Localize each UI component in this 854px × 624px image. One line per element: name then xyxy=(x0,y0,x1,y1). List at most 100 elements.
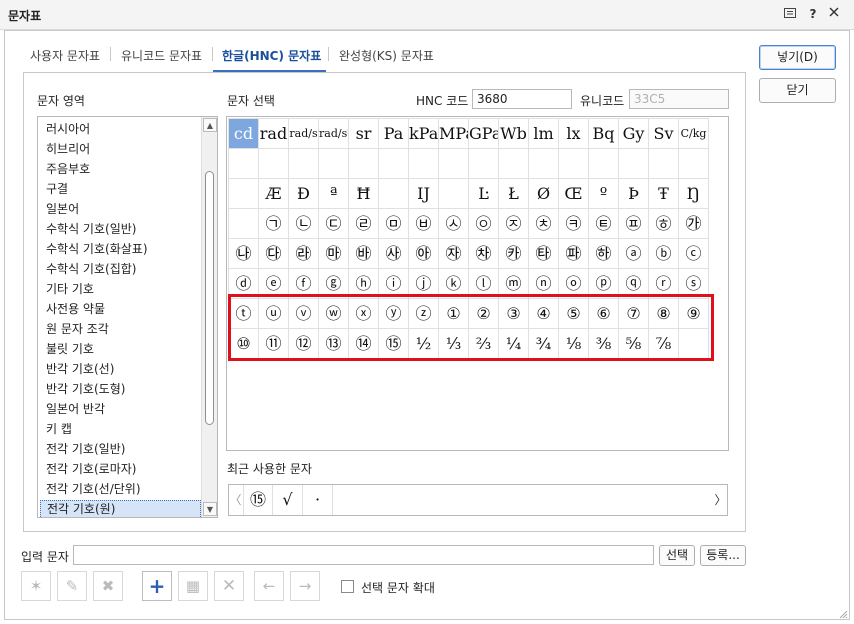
character-cell[interactable]: ㉦ xyxy=(439,209,469,239)
character-cell[interactable]: ㉭ xyxy=(649,209,679,239)
scroll-thumb[interactable] xyxy=(205,171,214,425)
character-cell[interactable]: MPa xyxy=(439,119,469,149)
character-cell[interactable]: ⓤ xyxy=(259,299,289,329)
character-cell[interactable]: ㉻ xyxy=(589,239,619,269)
character-cell[interactable]: ㉢ xyxy=(319,209,349,239)
character-cell[interactable] xyxy=(529,149,559,179)
character-cell[interactable]: rad/s² xyxy=(319,119,349,149)
character-cell[interactable]: Ĳ xyxy=(409,179,439,209)
character-cell[interactable] xyxy=(379,179,409,209)
character-cell[interactable]: ① xyxy=(439,299,469,329)
character-cell[interactable]: cd xyxy=(229,119,259,149)
character-cell[interactable]: Wb xyxy=(499,119,529,149)
character-cell[interactable]: ④ xyxy=(529,299,559,329)
character-cell[interactable]: ⑬ xyxy=(319,329,349,359)
character-cell[interactable]: Þ xyxy=(619,179,649,209)
character-cell[interactable] xyxy=(469,149,499,179)
scroll-down-icon[interactable]: ▼ xyxy=(203,502,217,516)
area-list-item[interactable]: 불릿 기호 xyxy=(46,340,94,359)
character-cell[interactable]: lm xyxy=(529,119,559,149)
character-cell[interactable]: Æ xyxy=(259,179,289,209)
recent-character-cell[interactable]: ⑮ xyxy=(243,485,273,515)
area-list-item[interactable]: 키 캡 xyxy=(46,420,72,439)
character-cell[interactable]: ㉱ xyxy=(289,239,319,269)
character-cell[interactable]: ⅞ xyxy=(649,329,679,359)
character-cell[interactable]: ⑭ xyxy=(349,329,379,359)
area-list-item[interactable]: 수학식 기호(집합) xyxy=(46,260,136,279)
character-cell[interactable] xyxy=(319,149,349,179)
character-cell[interactable]: ③ xyxy=(499,299,529,329)
character-cell[interactable]: Gy xyxy=(619,119,649,149)
character-cell[interactable]: ㉠ xyxy=(259,209,289,239)
character-cell[interactable]: ⓢ xyxy=(679,269,709,299)
area-list-item[interactable]: 일본어 xyxy=(46,200,79,219)
character-cell[interactable]: ㉷ xyxy=(469,239,499,269)
close-button[interactable]: 닫기 xyxy=(759,78,836,103)
character-cell[interactable] xyxy=(229,149,259,179)
character-cell[interactable]: ⓥ xyxy=(289,299,319,329)
area-list-item[interactable]: 전각 기호(로마자) xyxy=(46,460,136,479)
character-cell[interactable]: Ł xyxy=(499,179,529,209)
character-cell[interactable]: ⑥ xyxy=(589,299,619,329)
character-cell[interactable] xyxy=(349,149,379,179)
menu-icon[interactable] xyxy=(782,6,798,22)
tab-unicode[interactable]: 유니코드 문자표 xyxy=(121,47,202,64)
area-list-item[interactable]: 구결 xyxy=(46,180,68,199)
character-cell[interactable] xyxy=(679,329,709,359)
character-cell[interactable] xyxy=(499,149,529,179)
character-cell[interactable] xyxy=(229,179,259,209)
character-cell[interactable]: ⓛ xyxy=(469,269,499,299)
area-list-item[interactable]: 기타 기호 xyxy=(46,280,94,299)
character-grid[interactable]: cdradrad/srad/s²srPakPaMPaGPaWblmlxBqGyS… xyxy=(226,116,729,451)
area-list-item[interactable]: 전각 기호(원) xyxy=(40,500,201,517)
character-cell[interactable]: Ŧ xyxy=(649,179,679,209)
area-list[interactable]: 러시아어 히브리어 주음부호 구결 일본어 수학식 기호(일반) 수학식 기호(화살표) 수학… xyxy=(37,116,218,518)
recent-character-cell[interactable]: · xyxy=(303,485,333,515)
character-cell[interactable]: ⓩ xyxy=(409,299,439,329)
tab-hnc[interactable]: 한글(HNC) 문자표 xyxy=(222,47,321,64)
character-cell[interactable]: ⑦ xyxy=(619,299,649,329)
character-cell[interactable]: ⓞ xyxy=(559,269,589,299)
character-cell[interactable]: ㉶ xyxy=(439,239,469,269)
character-cell[interactable]: ⓓ xyxy=(229,269,259,299)
character-cell[interactable]: Ŋ xyxy=(679,179,709,209)
enlarge-checkbox[interactable] xyxy=(341,580,354,593)
character-cell[interactable]: ⓨ xyxy=(379,299,409,329)
character-cell[interactable]: ½ xyxy=(409,329,439,359)
character-cell[interactable]: ⑨ xyxy=(679,299,709,329)
character-cell[interactable]: ⓘ xyxy=(379,269,409,299)
area-list-item[interactable]: 전각 기호(선/단위) xyxy=(46,480,141,499)
area-list-item[interactable]: 주음부호 xyxy=(46,160,90,179)
character-cell[interactable]: ⑫ xyxy=(289,329,319,359)
input-field[interactable] xyxy=(73,545,654,565)
character-cell[interactable] xyxy=(589,149,619,179)
character-cell[interactable]: ㉧ xyxy=(469,209,499,239)
character-cell[interactable]: Ŀ xyxy=(469,179,499,209)
character-cell[interactable] xyxy=(619,149,649,179)
character-cell[interactable]: ② xyxy=(469,299,499,329)
character-cell[interactable]: ⅜ xyxy=(589,329,619,359)
character-cell[interactable]: kPa xyxy=(409,119,439,149)
character-cell[interactable] xyxy=(439,149,469,179)
character-cell[interactable]: ⓐ xyxy=(619,239,649,269)
character-cell[interactable]: ⓕ xyxy=(289,269,319,299)
area-list-item[interactable]: 히브리어 xyxy=(46,140,90,159)
character-cell[interactable] xyxy=(679,149,709,179)
character-cell[interactable]: ⓙ xyxy=(409,269,439,299)
character-cell[interactable]: ⓡ xyxy=(649,269,679,299)
character-cell[interactable]: º xyxy=(589,179,619,209)
recent-next-icon[interactable]: 〉 xyxy=(714,485,727,515)
character-cell[interactable]: ⅔ xyxy=(469,329,499,359)
character-cell[interactable]: ⓒ xyxy=(679,239,709,269)
character-cell[interactable]: ㉳ xyxy=(349,239,379,269)
character-cell[interactable] xyxy=(259,149,289,179)
character-cell[interactable]: ⑤ xyxy=(559,299,589,329)
character-cell[interactable]: sr xyxy=(349,119,379,149)
character-cell[interactable]: GPa xyxy=(469,119,499,149)
close-icon[interactable] xyxy=(826,6,842,22)
character-cell[interactable]: ⑮ xyxy=(379,329,409,359)
insert-button[interactable]: 넣기(D) xyxy=(759,45,836,70)
character-cell[interactable]: ㉸ xyxy=(499,239,529,269)
character-cell[interactable]: Ħ xyxy=(349,179,379,209)
character-cell[interactable]: Bq xyxy=(589,119,619,149)
